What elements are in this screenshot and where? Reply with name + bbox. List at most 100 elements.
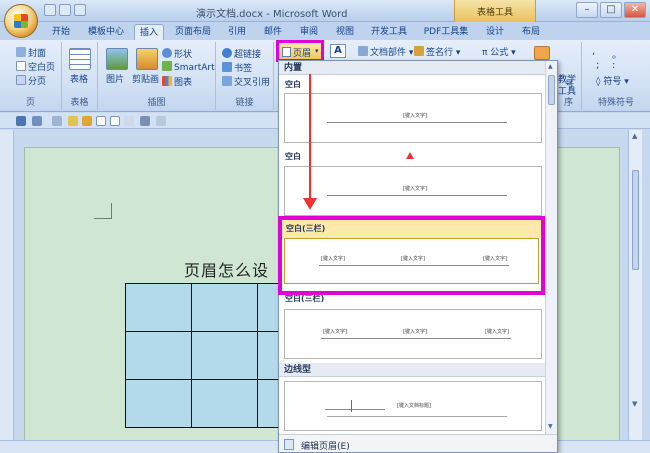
symbol-colon-icon[interactable]: : (612, 60, 615, 71)
close-button[interactable]: ✕ (624, 2, 646, 18)
edit-header-icon (284, 439, 294, 450)
tab-templates[interactable]: 模板中心 (82, 24, 130, 40)
thumb-rule (327, 122, 507, 123)
format-icon[interactable] (140, 116, 150, 126)
pen-icon[interactable] (156, 116, 166, 126)
cursor-marker-icon (406, 152, 414, 159)
tab-home[interactable]: 开始 (46, 24, 76, 40)
bookmark-label: 书签 (234, 64, 253, 74)
gallery-item-name: 空白 (285, 80, 301, 89)
scroll-up-icon[interactable]: ▲ (632, 132, 637, 140)
symbol-period-icon[interactable]: 。 (612, 46, 622, 61)
save-icon[interactable] (44, 4, 56, 16)
bookmark-button[interactable]: 书签 (222, 61, 252, 74)
symbol-label: 符号 (603, 77, 622, 87)
save-icon[interactable] (16, 116, 26, 126)
hyperlink-button[interactable]: 超链接 (222, 47, 261, 60)
tab-page-layout[interactable]: 页面布局 (170, 24, 216, 40)
undo-icon[interactable] (32, 116, 42, 126)
clipart-icon (136, 48, 158, 70)
scroll-thumb[interactable] (632, 170, 639, 270)
gallery-item-blank-three-col-selected[interactable]: 空白(三栏) [键入文字] [键入文字] [键入文字] (278, 216, 545, 295)
tab-review[interactable]: 审阅 (294, 24, 324, 40)
shapes-button[interactable]: 形状 (162, 47, 192, 60)
tab-insert[interactable]: 插入 (134, 24, 164, 40)
gallery-item-blank[interactable]: [键入文字] (284, 93, 542, 143)
document-title-text[interactable]: 页眉怎么设 (184, 257, 269, 281)
hyperlink-label: 超链接 (234, 50, 262, 60)
title-bar: 演示文档.docx - Microsoft Word 表格工具 – □ ✕ (0, 0, 650, 22)
scroll-down-icon[interactable]: ▼ (632, 400, 637, 408)
table-cell[interactable] (191, 331, 258, 380)
hyperlink-icon (222, 48, 232, 58)
group-special-symbols: , 。 ; : ◊ 符号 ▾ 特殊符号 (582, 42, 650, 110)
gallery-scrollbar[interactable]: ▲ ▼ (545, 61, 557, 434)
group-pages: 封面 空白页 分页 页 (0, 42, 62, 110)
table-tools-label: 表格工具 (476, 8, 513, 18)
table-cell[interactable] (125, 283, 192, 332)
tab-developer[interactable]: 开发工具 (366, 24, 412, 40)
office-button[interactable] (4, 4, 38, 38)
gallery-item-border[interactable]: [键入文档标题] (284, 381, 542, 431)
tab-design[interactable]: 设计 (480, 24, 510, 40)
tab-layout[interactable]: 布局 (516, 24, 546, 40)
tab-pdf-tools[interactable]: PDF工具集 (418, 24, 474, 40)
header-button[interactable]: 页眉 ▾ (276, 40, 324, 62)
table-draw-icon[interactable] (124, 116, 134, 126)
annotation-arrow-line (309, 74, 311, 200)
symbol-button[interactable]: ◊ 符号 ▾ (596, 74, 629, 87)
signature-icon (414, 46, 424, 56)
new-doc-icon[interactable] (68, 116, 78, 126)
table-cell[interactable] (191, 283, 258, 332)
scroll-down-icon[interactable]: ▼ (548, 423, 553, 430)
symbol-semicolon-icon[interactable]: ; (596, 60, 599, 71)
cover-button[interactable]: 封面 (16, 46, 46, 59)
thumb-rule (327, 195, 507, 196)
edit-header-command[interactable]: 编辑页眉(E) (279, 434, 557, 452)
scroll-up-icon[interactable]: ▲ (548, 63, 553, 70)
gallery-item-blank-three-col-2[interactable]: [键入文字] [键入文字] [键入文字] (284, 309, 542, 359)
blank-icon[interactable] (96, 116, 106, 126)
table-tools-context: 表格工具 (454, 0, 536, 22)
clipart-button[interactable]: 剪贴画 (132, 72, 159, 85)
undo-icon[interactable] (59, 4, 71, 16)
open-icon[interactable] (82, 116, 92, 126)
table-cell[interactable] (191, 379, 258, 428)
maximize-button[interactable]: □ (600, 2, 622, 18)
group-teaching-label: 序 (563, 98, 573, 108)
textbox-icon[interactable]: A (330, 44, 346, 58)
symbol-comma-icon[interactable]: , (592, 46, 595, 57)
print-preview-icon[interactable] (110, 116, 120, 126)
page-break-button[interactable]: 分页 (16, 74, 46, 87)
redo-icon[interactable] (74, 4, 86, 16)
annotation-arrow-head-icon (303, 198, 317, 210)
tab-view[interactable]: 视图 (330, 24, 360, 40)
vertical-scrollbar[interactable]: ▲ ▼ (628, 130, 642, 440)
teach-icon (534, 46, 550, 60)
table-button[interactable]: 表格 (70, 72, 88, 85)
chart-button[interactable]: 图表 (162, 75, 192, 88)
quick-parts-button[interactable]: 文档部件 ▾ (358, 45, 413, 58)
chart-label: 图表 (174, 78, 193, 88)
thumb-placeholder: [键入文字] (403, 113, 427, 119)
picture-button[interactable]: 图片 (106, 72, 124, 85)
crossref-button[interactable]: 交叉引用 (222, 75, 270, 88)
chevron-down-icon: ▾ (315, 47, 319, 55)
tab-mailings[interactable]: 邮件 (258, 24, 288, 40)
table-cell[interactable] (125, 379, 192, 428)
minimize-button[interactable]: – (576, 2, 598, 18)
gallery-scroll-thumb[interactable] (548, 75, 555, 105)
thumb-placeholder: [键入文字] (403, 186, 427, 192)
gallery-item-blank-2[interactable]: [键入文字] (284, 166, 542, 216)
table-cell[interactable] (125, 331, 192, 380)
tab-references[interactable]: 引用 (222, 24, 252, 40)
header-icon (282, 47, 291, 57)
redo-icon[interactable] (52, 116, 62, 126)
page-break-icon (16, 75, 26, 85)
formula-button[interactable]: π 公式 ▾ (482, 45, 516, 58)
signature-line-button[interactable]: 签名行 ▾ (414, 45, 460, 58)
smartart-button[interactable]: SmartArt (162, 61, 215, 73)
group-table-label: 表格 (70, 98, 89, 108)
blank-page-button[interactable]: 空白页 (16, 60, 55, 73)
header-button-label: 页眉 (293, 49, 312, 59)
